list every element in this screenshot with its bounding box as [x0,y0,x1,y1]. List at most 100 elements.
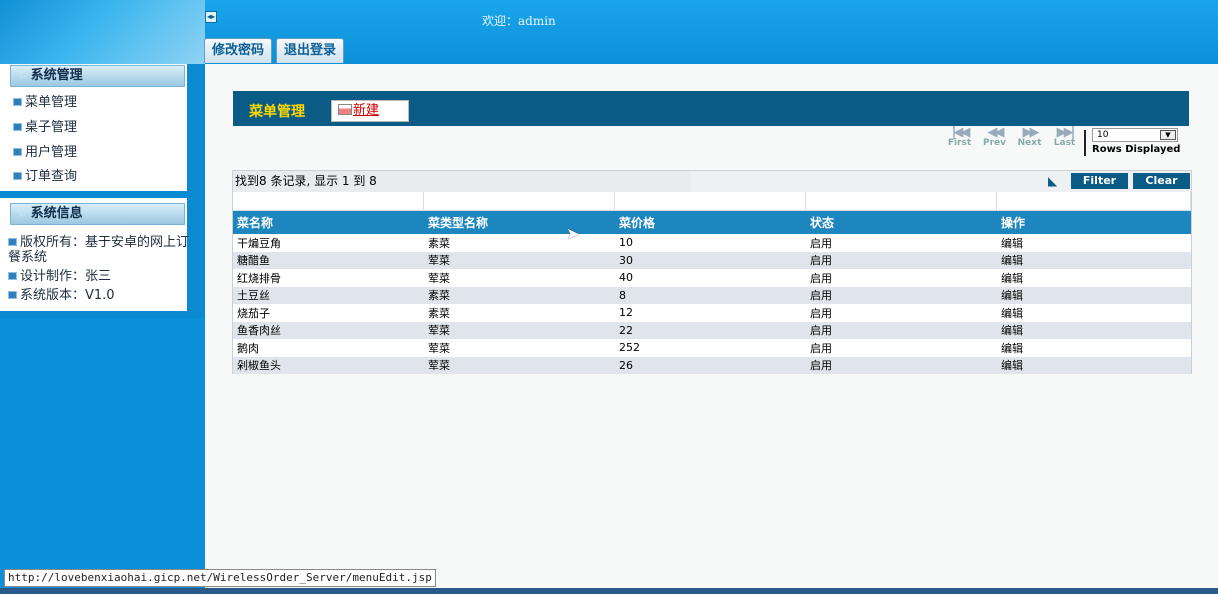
filter-cell[interactable] [615,192,806,211]
table-row: 干煸豆角 素菜 10 启用 编辑 [233,234,1191,252]
table-row: 糖醋鱼 荤菜 30 启用 编辑 [233,251,1191,269]
bullet-icon [13,148,22,156]
menu-table: 菜名称 菜类型名称 菜价格 状态 操作 干煸豆角 素菜 10 启用 编辑 糖醋鱼 荤菜 30 启… [233,211,1191,374]
next-page-button[interactable]: ▶▶ Next [1012,125,1047,158]
table-cell: 30 [615,251,806,269]
system-info-panel: ☆ 系统信息 版权所有：基于安卓的网上订餐系统 设计制作：张三 系统版本：V1.0 [0,198,205,314]
edit-link[interactable]: 编辑 [997,304,1191,322]
edit-link[interactable]: 编辑 [997,251,1191,269]
table-cell: 荤菜 [428,271,450,285]
rows-displayed: 10 ▼ Rows Displayed [1092,128,1180,158]
sidebar-item-label: 订单查询 [25,169,78,184]
filter-button[interactable]: Filter [1071,173,1128,189]
change-password-tab[interactable]: 修改密码 [204,38,273,63]
sidebar-item-orders[interactable]: 订单查询 [13,169,77,184]
table-header-row: 菜名称 菜类型名称 菜价格 状态 操作 [233,211,1191,234]
column-header[interactable]: 菜类型名称 [424,211,615,234]
filter-cell[interactable] [424,192,615,211]
prev-page-button[interactable]: ◀◀ Prev [977,125,1012,158]
table-row: 鹅肉 荤菜 252 启用 编辑 [233,339,1191,357]
divider [0,311,205,318]
bullet-icon [8,272,17,280]
pager-separator [1084,130,1086,156]
filter-cell[interactable] [997,192,1191,211]
logo-area [0,0,205,64]
export-icon[interactable]: ◣ [1048,175,1062,187]
welcome-text: 欢迎：admin [482,14,556,28]
table-cell: 启用 [810,236,832,250]
sidebar-item-menu[interactable]: 菜单管理 [13,95,77,110]
sidebar-item-label: 用户管理 [25,145,78,160]
table-cell: 鱼香肉丝 [233,321,424,339]
filter-cell[interactable] [806,192,997,211]
clear-button[interactable]: Clear [1133,173,1190,189]
last-icon: ▶▶| [1056,125,1076,140]
first-page-button[interactable]: |◀◀ First [942,126,977,158]
chevron-down-icon: ▼ [1160,130,1176,140]
table-cell: 荤菜 [424,251,615,269]
info-version: 系统版本：V1.0 [8,288,115,303]
edit-link[interactable]: 编辑 [997,321,1191,339]
table-cell: 素菜 [428,236,450,250]
column-header[interactable]: 菜价格 [615,211,806,234]
last-page-button[interactable]: ▶▶| Last [1047,125,1082,158]
bullet-icon [13,98,22,106]
table-row: 剁椒鱼头 荤菜 26 启用 编辑 [233,356,1191,374]
first-label: First [947,138,972,148]
page-title-bar: 菜单管理 新建 [233,91,1189,126]
table-row: 鱼香肉丝 荤菜 22 启用 编辑 [233,321,1191,339]
header: ◂▸ 欢迎：admin 修改密码 退出登录 [0,0,1218,64]
bullet-icon [8,238,17,246]
table-cell: 荤菜 [424,356,615,374]
system-mgmt-header: ☆ 系统管理 [10,65,185,87]
system-info-header: ☆ 系统信息 [10,203,185,225]
system-mgmt-title: 系统管理 [30,68,83,83]
divider [0,191,205,198]
table-row: 红烧排骨 荤菜 40 启用 编辑 [233,269,1191,287]
table-cell: 素菜 [428,306,450,320]
table-cell: 22 [615,321,806,339]
filter-cell[interactable] [233,192,424,211]
edit-link[interactable]: 编辑 [997,269,1191,287]
new-doc-icon [338,104,352,115]
sidebar-toggle-icon[interactable]: ◂▸ [205,11,217,23]
sidebar-item-users[interactable]: 用户管理 [13,145,77,160]
table-cell: 启用 [810,341,832,355]
table-cell: 红烧排骨 [237,271,281,285]
rows-select[interactable]: 10 ▼ [1092,128,1178,142]
table-cell: 启用 [810,306,832,320]
edit-link[interactable]: 编辑 [997,234,1191,252]
mouse-cursor-icon: ➤ [566,224,580,243]
new-button[interactable]: 新建 [331,100,409,122]
bullet-icon [13,172,22,180]
table-cell: 启用 [810,271,832,285]
rows-label: Rows Displayed [1092,144,1181,155]
table-row: 土豆丝 素菜 8 启用 编辑 [233,286,1191,304]
info-designer: 设计制作：张三 [8,269,111,284]
new-label: 新建 [353,103,380,118]
column-header[interactable]: 状态 [806,211,997,234]
logout-tab[interactable]: 退出登录 [276,38,345,63]
column-header[interactable]: 操作 [997,211,1191,234]
edit-link[interactable]: 编辑 [997,286,1191,304]
star-icon: ☆ [17,68,29,83]
sidebar-fill [0,318,205,594]
edit-link[interactable]: 编辑 [997,356,1191,374]
table-cell: 启用 [806,286,997,304]
table-cell: 12 [619,306,633,320]
prev-icon: ◀◀ [987,125,1005,140]
table-cell: 干煸豆角 [237,236,281,250]
record-count: 找到8 条记录, 显示 1 到 8 [233,171,691,192]
table-row: 烧茄子 素菜 12 启用 编辑 [233,304,1191,322]
table-cell: 糖醋鱼 [233,251,424,269]
rows-value: 10 [1097,130,1109,140]
table-cell: 荤菜 [428,341,450,355]
page-title: 菜单管理 [249,104,305,120]
edit-link[interactable]: 编辑 [997,339,1191,357]
info-copyright: 版权所有：基于安卓的网上订餐系统 [8,235,191,265]
pager: |◀◀ First ◀◀ Prev ▶▶ Next ▶▶| Last 10 ▼ Rows … [942,125,1180,158]
next-icon: ▶▶ [1022,125,1040,140]
table-cell: 土豆丝 [233,286,424,304]
sidebar-item-tables[interactable]: 桌子管理 [13,120,77,135]
column-header[interactable]: 菜名称 [233,211,424,234]
